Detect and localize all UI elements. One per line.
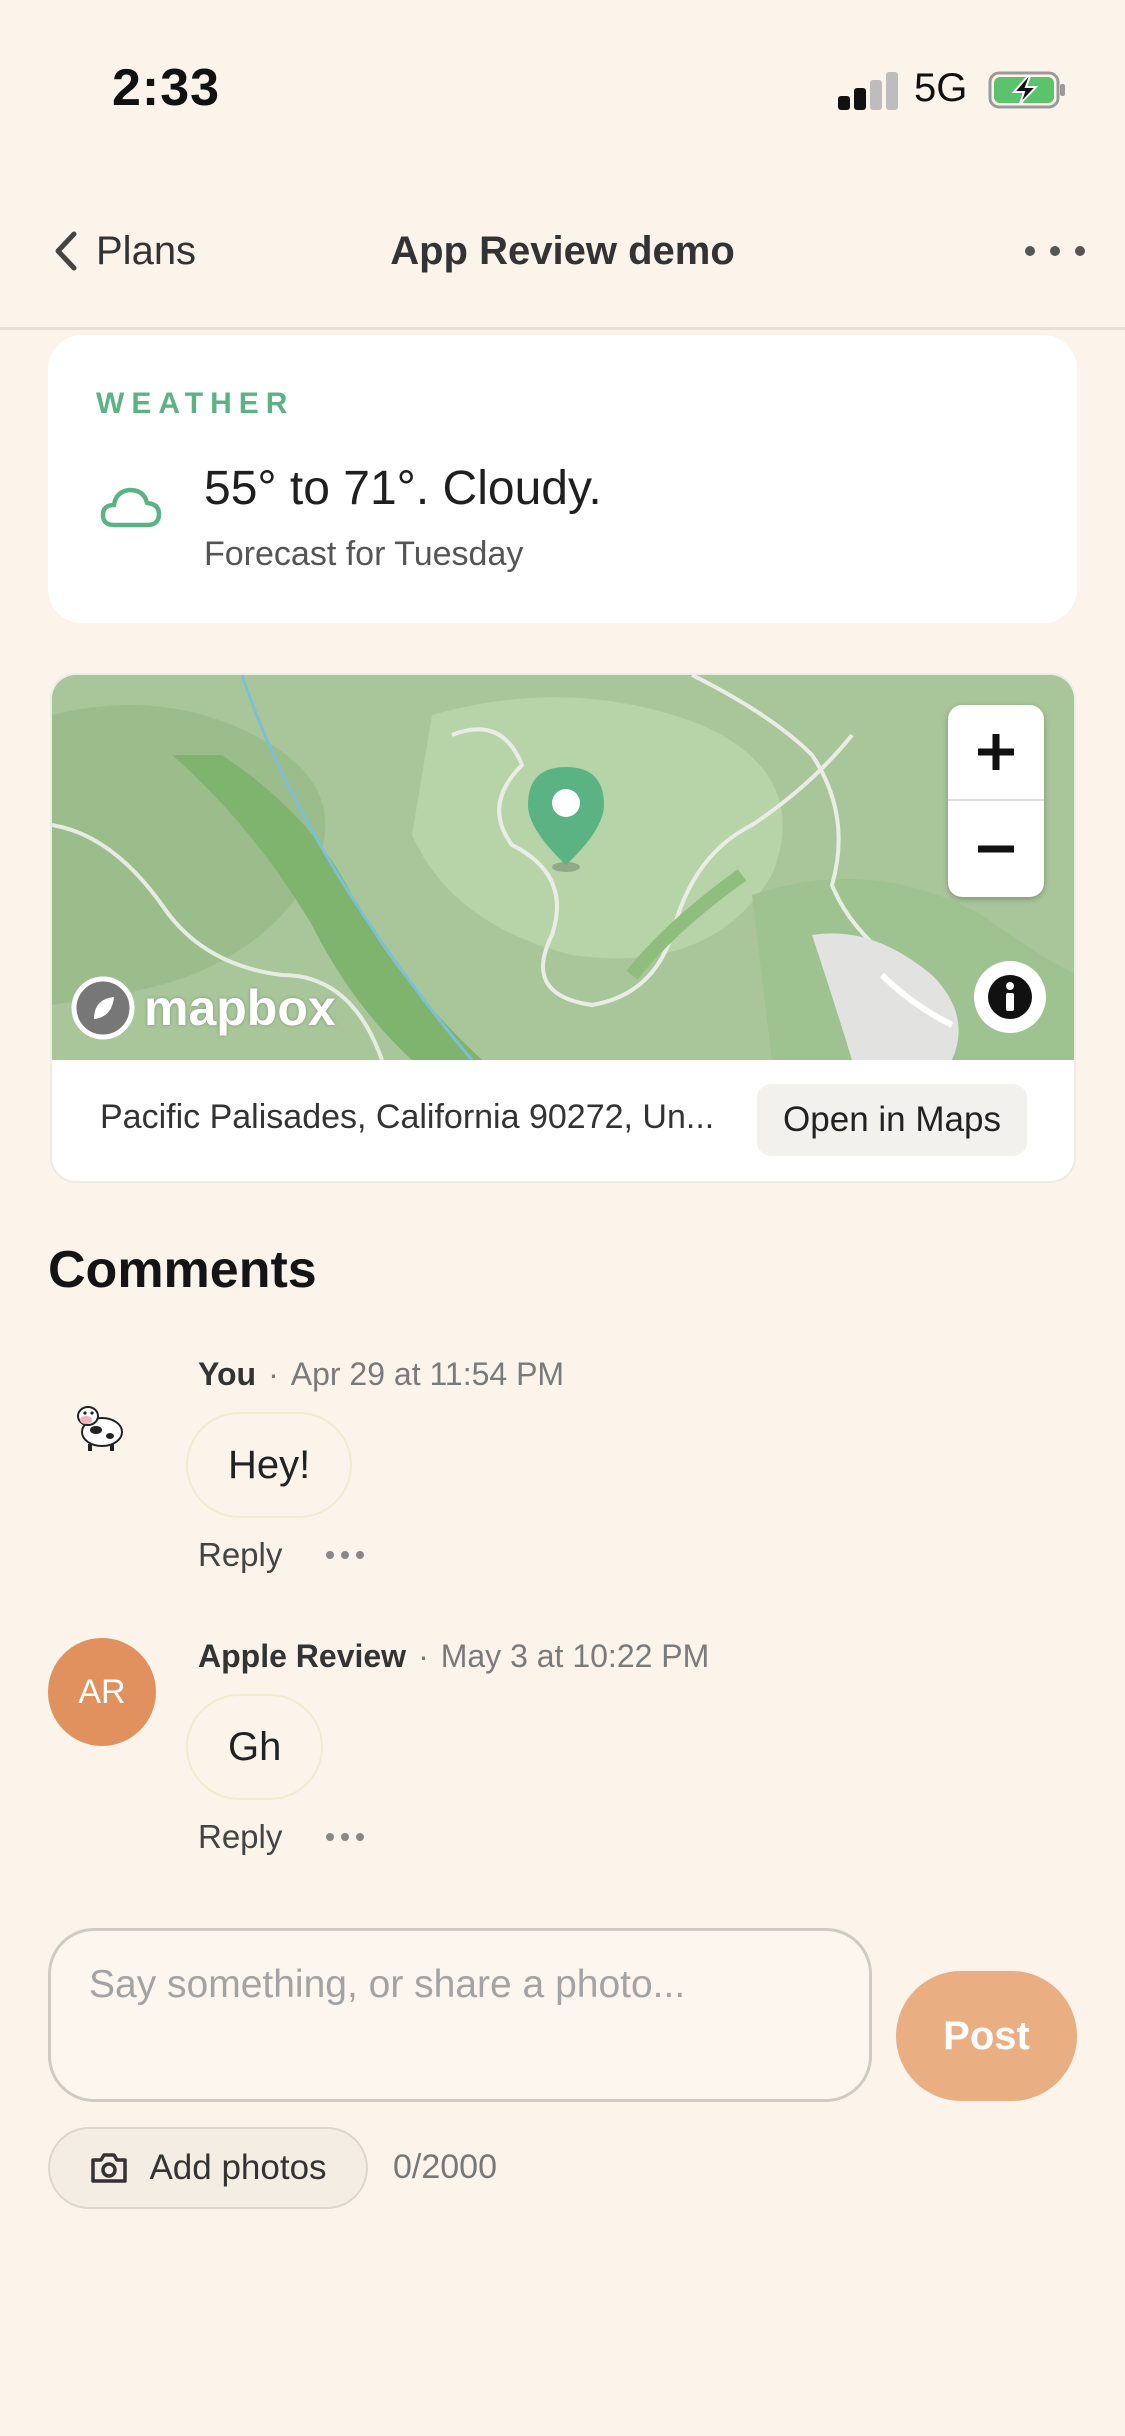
- zoom-in-button[interactable]: [948, 705, 1044, 801]
- comment-input[interactable]: [48, 1928, 872, 2102]
- dot-icon: [1050, 246, 1060, 256]
- back-label: Plans: [96, 228, 197, 273]
- network-type: 5G: [914, 66, 968, 110]
- cow-icon: [77, 1406, 123, 1451]
- map-footer: Pacific Palisades, California 90272, Un.…: [52, 1060, 1074, 1181]
- comment-meta: You · Apr 29 at 11:54 PM: [198, 1356, 564, 1393]
- location-pin-icon: [528, 767, 604, 872]
- weather-forecast-day: Forecast for Tuesday: [204, 535, 524, 573]
- weather-label: WEATHER: [96, 387, 295, 420]
- separator-dot: ·: [268, 1356, 279, 1392]
- mapbox-logo-icon: [71, 976, 135, 1040]
- reply-button[interactable]: Reply: [198, 1818, 282, 1856]
- comments-heading: Comments: [48, 1241, 317, 1299]
- comment-meta: Apple Review · May 3 at 10:22 PM: [198, 1638, 709, 1675]
- add-photos-button[interactable]: Add photos: [48, 2127, 368, 2209]
- location-address: Pacific Palisades, California 90272, Un.…: [100, 1098, 715, 1136]
- battery-charging-icon: [988, 71, 1065, 109]
- zoom-out-button[interactable]: [948, 801, 1044, 897]
- mapbox-wordmark: mapbox: [144, 980, 336, 1036]
- weather-summary: 55° to 71°. Cloudy.: [204, 462, 602, 515]
- back-button[interactable]: Plans: [50, 216, 196, 286]
- comment-timestamp: Apr 29 at 11:54 PM: [290, 1356, 565, 1392]
- comment-actions: Reply: [198, 1818, 365, 1856]
- weather-card: WEATHER 55° to 71°. Cloudy. Forecast for…: [48, 335, 1077, 623]
- avatar[interactable]: AR: [48, 1638, 156, 1746]
- zoom-control: [948, 705, 1044, 897]
- map-info-button[interactable]: [974, 961, 1046, 1033]
- nav-bar: Plans App Review demo: [0, 200, 1125, 330]
- comment-timestamp: May 3 at 10:22 PM: [440, 1638, 710, 1674]
- more-options-button[interactable]: [1025, 226, 1085, 276]
- status-bar: 2:33 5G: [0, 0, 1125, 170]
- comment-bubble: Hey!: [186, 1412, 353, 1518]
- comment-more-button[interactable]: [326, 1833, 365, 1841]
- status-time: 2:33: [112, 59, 221, 117]
- comment-more-button[interactable]: [326, 1551, 365, 1559]
- cloud-icon: [100, 487, 162, 528]
- comment-textarea[interactable]: [51, 1931, 869, 2099]
- reply-button[interactable]: Reply: [198, 1536, 282, 1574]
- chevron-left-icon: [55, 231, 77, 271]
- plus-icon: [978, 734, 1014, 770]
- map-card: mapbox Pacific Palisades, California 902…: [50, 673, 1076, 1183]
- camera-icon: [91, 2153, 128, 2183]
- map-view[interactable]: mapbox: [52, 675, 1074, 1060]
- comment-author: Apple Review: [198, 1638, 407, 1674]
- open-in-maps-button[interactable]: Open in Maps: [757, 1084, 1027, 1156]
- dot-icon: [1075, 246, 1085, 256]
- comment-actions: Reply: [198, 1536, 365, 1574]
- post-button[interactable]: Post: [896, 1971, 1077, 2101]
- info-icon: [988, 975, 1032, 1019]
- separator-dot: ·: [418, 1638, 429, 1674]
- minus-icon: [978, 845, 1014, 853]
- add-photos-label: Add photos: [149, 2148, 327, 2187]
- comment-bubble: Gh: [186, 1694, 324, 1800]
- signal-strength-icon: [838, 72, 900, 110]
- comment-author: You: [198, 1356, 257, 1392]
- mapbox-logo: mapbox: [70, 975, 336, 1041]
- character-count: 0/2000: [393, 2148, 497, 2186]
- dot-icon: [1025, 246, 1035, 256]
